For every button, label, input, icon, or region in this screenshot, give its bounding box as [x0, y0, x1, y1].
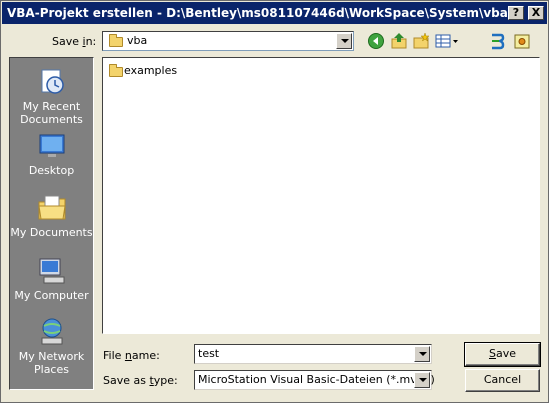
new-folder-icon[interactable] [412, 32, 430, 50]
bentley-icon[interactable] [488, 32, 506, 50]
save-in-dropdown[interactable]: vba [102, 31, 354, 51]
place-label: My Recent [22, 100, 81, 113]
save-button[interactable]: Save [464, 342, 541, 367]
title-bar[interactable]: VBA-Projekt erstellen - D:\Bentley\ms081… [2, 2, 547, 24]
save-in-label: Save in: [52, 35, 97, 48]
place-recent-documents[interactable]: My Recent Documents [10, 66, 93, 126]
place-label-line2: Places [34, 363, 69, 376]
folder-icon [109, 64, 123, 77]
chevron-down-icon[interactable] [414, 346, 430, 362]
configuration-icon[interactable] [513, 32, 531, 50]
my-computer-icon [39, 258, 64, 284]
place-my-documents[interactable]: My Documents [10, 192, 93, 239]
place-my-computer[interactable]: My Computer [10, 255, 93, 302]
places-bar: My Recent Documents Desktop My Documents [9, 57, 94, 390]
save-as-type-dropdown[interactable]: MicroStation Visual Basic-Dateien (*.mvb… [194, 370, 435, 390]
place-label-line2: Documents [20, 113, 83, 126]
recent-documents-icon [41, 69, 64, 94]
place-label: My Network [18, 350, 85, 363]
file-name-label: File name: [103, 349, 160, 362]
place-desktop[interactable]: Desktop [10, 130, 93, 177]
up-folder-icon[interactable] [390, 32, 408, 50]
close-button[interactable]: X [528, 6, 544, 20]
chevron-down-icon[interactable] [336, 33, 352, 49]
place-network-places[interactable]: My Network Places [10, 316, 93, 376]
file-list[interactable]: examples [102, 57, 540, 334]
save-in-value: vba [127, 34, 148, 47]
cancel-button[interactable]: Cancel [465, 369, 540, 392]
place-label: Desktop [28, 164, 75, 177]
file-name-label: examples [124, 64, 178, 77]
file-name-field[interactable]: test [194, 344, 432, 364]
place-label: My Documents [10, 226, 93, 239]
back-icon[interactable] [367, 32, 385, 50]
help-button[interactable]: ? [508, 6, 524, 20]
desktop-icon [39, 134, 64, 157]
save-as-type-value: MicroStation Visual Basic-Dateien (*.mvb… [198, 373, 435, 386]
save-dialog: VBA-Projekt erstellen - D:\Bentley\ms081… [0, 0, 549, 403]
save-as-type-label: Save as type: [103, 374, 178, 387]
place-label: My Computer [14, 289, 89, 302]
network-places-icon [41, 318, 62, 345]
my-documents-icon [37, 195, 66, 220]
file-name-value: test [198, 347, 220, 360]
chevron-down-icon[interactable] [414, 372, 430, 388]
window-title: VBA-Projekt erstellen - D:\Bentley\ms081… [7, 6, 513, 20]
view-menu-icon[interactable] [434, 32, 460, 50]
folder-icon [109, 34, 123, 47]
